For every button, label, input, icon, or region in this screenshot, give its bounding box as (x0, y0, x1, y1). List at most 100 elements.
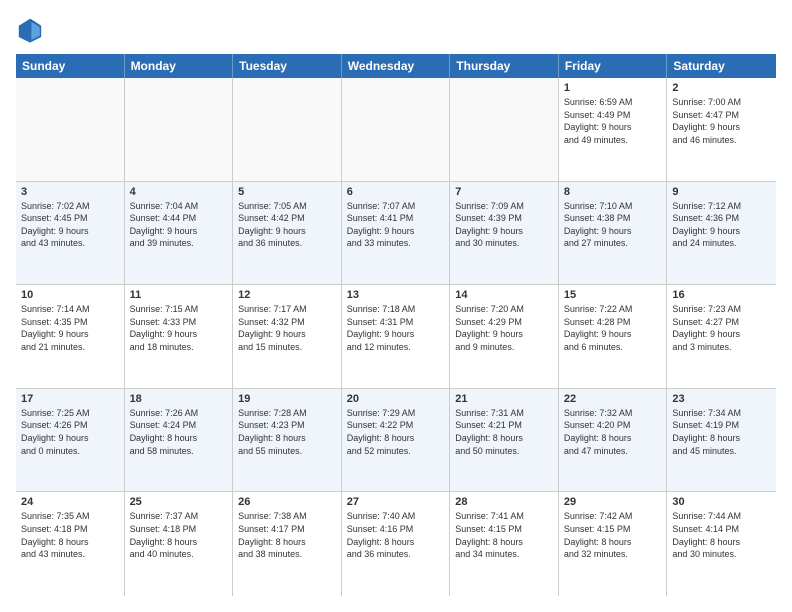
day-number: 28 (455, 496, 553, 508)
day-info: Sunrise: 7:18 AM Sunset: 4:31 PM Dayligh… (347, 303, 445, 353)
day-cell-23: 23 Sunrise: 7:34 AM Sunset: 4:19 PM Dayli… (667, 389, 776, 492)
day-cell-12: 12 Sunrise: 7:17 AM Sunset: 4:32 PM Dayli… (233, 285, 342, 388)
day-cell-22: 22 Sunrise: 7:32 AM Sunset: 4:20 PM Dayli… (559, 389, 668, 492)
day-info: Sunrise: 7:23 AM Sunset: 4:27 PM Dayligh… (672, 303, 771, 353)
day-cell-20: 20Sunrise: 7:29 AM Sunset: 4:22 PM Dayli… (342, 389, 451, 492)
day-info: Sunrise: 7:44 AM Sunset: 4:14 PM Dayligh… (672, 510, 771, 560)
day-cell-14: 14Sunrise: 7:20 AM Sunset: 4:29 PM Dayli… (450, 285, 559, 388)
day-cell-5: 5Sunrise: 7:05 AM Sunset: 4:42 PM Daylig… (233, 182, 342, 285)
day-info: Sunrise: 7:41 AM Sunset: 4:15 PM Dayligh… (455, 510, 553, 560)
day-cell-18: 18Sunrise: 7:26 AM Sunset: 4:24 PM Dayli… (125, 389, 234, 492)
day-number: 21 (455, 393, 553, 405)
day-number: 9 (672, 186, 771, 198)
page: SundayMondayTuesdayWednesdayThursdayFrid… (0, 0, 792, 612)
empty-cell (16, 78, 125, 181)
day-number: 27 (347, 496, 445, 508)
day-number: 29 (564, 496, 662, 508)
day-info: Sunrise: 7:14 AM Sunset: 4:35 PM Dayligh… (21, 303, 119, 353)
day-info: Sunrise: 7:12 AM Sunset: 4:36 PM Dayligh… (672, 200, 771, 250)
day-number: 10 (21, 289, 119, 301)
day-cell-4: 4 Sunrise: 7:04 AM Sunset: 4:44 PM Daylig… (125, 182, 234, 285)
day-number: 30 (672, 496, 771, 508)
day-cell-27: 27Sunrise: 7:40 AM Sunset: 4:16 PM Dayli… (342, 492, 451, 596)
day-cell-17: 17 Sunrise: 7:25 AM Sunset: 4:26 PM Dayli… (16, 389, 125, 492)
day-info: Sunrise: 7:07 AM Sunset: 4:41 PM Dayligh… (347, 200, 445, 250)
day-info: Sunrise: 7:17 AM Sunset: 4:32 PM Dayligh… (238, 303, 336, 353)
day-number: 16 (672, 289, 771, 301)
day-cell-2: 2 Sunrise: 7:00 AM Sunset: 4:47 PM Daylig… (667, 78, 776, 181)
calendar-body: 1 Sunrise: 6:59 AM Sunset: 4:49 PM Daylig… (16, 78, 776, 596)
day-number: 15 (564, 289, 662, 301)
day-info: Sunrise: 7:09 AM Sunset: 4:39 PM Dayligh… (455, 200, 553, 250)
logo-icon (16, 16, 44, 44)
empty-cell (450, 78, 559, 181)
day-info: Sunrise: 7:38 AM Sunset: 4:17 PM Dayligh… (238, 510, 336, 560)
day-info: Sunrise: 7:15 AM Sunset: 4:33 PM Dayligh… (130, 303, 228, 353)
day-number: 22 (564, 393, 662, 405)
week-row-5: 24 Sunrise: 7:35 AM Sunset: 4:18 PM Dayli… (16, 492, 776, 596)
day-cell-24: 24 Sunrise: 7:35 AM Sunset: 4:18 PM Dayli… (16, 492, 125, 596)
logo (16, 16, 48, 44)
header-day-wednesday: Wednesday (342, 54, 451, 78)
day-cell-7: 7 Sunrise: 7:09 AM Sunset: 4:39 PM Daylig… (450, 182, 559, 285)
week-row-1: 1 Sunrise: 6:59 AM Sunset: 4:49 PM Daylig… (16, 78, 776, 182)
day-cell-16: 16 Sunrise: 7:23 AM Sunset: 4:27 PM Dayli… (667, 285, 776, 388)
day-cell-26: 26 Sunrise: 7:38 AM Sunset: 4:17 PM Dayli… (233, 492, 342, 596)
calendar-header: SundayMondayTuesdayWednesdayThursdayFrid… (16, 54, 776, 78)
day-number: 1 (564, 82, 662, 94)
day-number: 5 (238, 186, 336, 198)
day-number: 18 (130, 393, 228, 405)
header-day-friday: Friday (559, 54, 668, 78)
day-number: 19 (238, 393, 336, 405)
empty-cell (342, 78, 451, 181)
day-info: Sunrise: 7:22 AM Sunset: 4:28 PM Dayligh… (564, 303, 662, 353)
day-number: 3 (21, 186, 119, 198)
day-cell-1: 1 Sunrise: 6:59 AM Sunset: 4:49 PM Daylig… (559, 78, 668, 181)
day-info: Sunrise: 7:20 AM Sunset: 4:29 PM Dayligh… (455, 303, 553, 353)
day-info: Sunrise: 7:42 AM Sunset: 4:15 PM Dayligh… (564, 510, 662, 560)
day-cell-10: 10 Sunrise: 7:14 AM Sunset: 4:35 PM Dayli… (16, 285, 125, 388)
day-number: 24 (21, 496, 119, 508)
day-info: Sunrise: 7:32 AM Sunset: 4:20 PM Dayligh… (564, 407, 662, 457)
day-info: Sunrise: 7:34 AM Sunset: 4:19 PM Dayligh… (672, 407, 771, 457)
header (16, 16, 776, 44)
day-number: 12 (238, 289, 336, 301)
day-cell-29: 29 Sunrise: 7:42 AM Sunset: 4:15 PM Dayli… (559, 492, 668, 596)
day-number: 17 (21, 393, 119, 405)
header-day-saturday: Saturday (667, 54, 776, 78)
day-number: 26 (238, 496, 336, 508)
day-cell-13: 13 Sunrise: 7:18 AM Sunset: 4:31 PM Dayli… (342, 285, 451, 388)
day-number: 25 (130, 496, 228, 508)
day-number: 8 (564, 186, 662, 198)
day-number: 13 (347, 289, 445, 301)
day-info: Sunrise: 7:31 AM Sunset: 4:21 PM Dayligh… (455, 407, 553, 457)
empty-cell (233, 78, 342, 181)
day-cell-30: 30 Sunrise: 7:44 AM Sunset: 4:14 PM Dayli… (667, 492, 776, 596)
day-number: 7 (455, 186, 553, 198)
header-day-monday: Monday (125, 54, 234, 78)
day-number: 6 (347, 186, 445, 198)
day-number: 2 (672, 82, 771, 94)
day-number: 20 (347, 393, 445, 405)
day-info: Sunrise: 7:02 AM Sunset: 4:45 PM Dayligh… (21, 200, 119, 250)
day-cell-8: 8 Sunrise: 7:10 AM Sunset: 4:38 PM Daylig… (559, 182, 668, 285)
header-day-sunday: Sunday (16, 54, 125, 78)
day-cell-11: 11Sunrise: 7:15 AM Sunset: 4:33 PM Dayli… (125, 285, 234, 388)
week-row-4: 17 Sunrise: 7:25 AM Sunset: 4:26 PM Dayli… (16, 389, 776, 493)
day-info: Sunrise: 7:10 AM Sunset: 4:38 PM Dayligh… (564, 200, 662, 250)
day-info: Sunrise: 7:04 AM Sunset: 4:44 PM Dayligh… (130, 200, 228, 250)
day-info: Sunrise: 7:37 AM Sunset: 4:18 PM Dayligh… (130, 510, 228, 560)
day-number: 4 (130, 186, 228, 198)
day-cell-28: 28 Sunrise: 7:41 AM Sunset: 4:15 PM Dayli… (450, 492, 559, 596)
day-info: Sunrise: 6:59 AM Sunset: 4:49 PM Dayligh… (564, 96, 662, 146)
day-info: Sunrise: 7:25 AM Sunset: 4:26 PM Dayligh… (21, 407, 119, 457)
week-row-3: 10 Sunrise: 7:14 AM Sunset: 4:35 PM Dayli… (16, 285, 776, 389)
day-info: Sunrise: 7:00 AM Sunset: 4:47 PM Dayligh… (672, 96, 771, 146)
calendar: SundayMondayTuesdayWednesdayThursdayFrid… (16, 54, 776, 596)
empty-cell (125, 78, 234, 181)
day-number: 23 (672, 393, 771, 405)
day-cell-21: 21 Sunrise: 7:31 AM Sunset: 4:21 PM Dayli… (450, 389, 559, 492)
day-info: Sunrise: 7:35 AM Sunset: 4:18 PM Dayligh… (21, 510, 119, 560)
day-cell-25: 25 Sunrise: 7:37 AM Sunset: 4:18 PM Dayli… (125, 492, 234, 596)
day-cell-3: 3 Sunrise: 7:02 AM Sunset: 4:45 PM Daylig… (16, 182, 125, 285)
